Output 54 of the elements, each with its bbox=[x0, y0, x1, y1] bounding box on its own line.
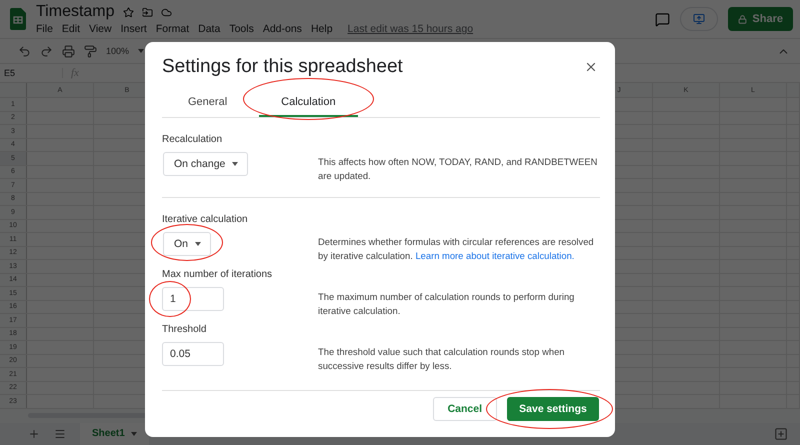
dropdown[interactable]: On change bbox=[163, 152, 248, 176]
add-sheet-icon[interactable] bbox=[28, 428, 40, 440]
menu-item[interactable]: Tools bbox=[229, 23, 254, 35]
setting-label: Iterative calculation bbox=[162, 214, 249, 225]
comment-icon[interactable] bbox=[655, 12, 670, 26]
caret-icon bbox=[232, 162, 238, 166]
close-icon[interactable] bbox=[584, 60, 598, 74]
lock-icon bbox=[738, 14, 748, 24]
print-icon[interactable] bbox=[62, 44, 75, 58]
dialog-title: Settings for this spreadsheet bbox=[162, 56, 403, 78]
setting-label: Recalculation bbox=[162, 134, 224, 145]
present-button[interactable] bbox=[680, 7, 718, 31]
setting-description: This affects how often NOW, TODAY, RAND, and RANDBETWEEN are updated. bbox=[318, 155, 598, 182]
caret-icon bbox=[195, 242, 202, 246]
star-icon[interactable] bbox=[122, 6, 134, 18]
explore-icon[interactable] bbox=[774, 426, 788, 441]
tab[interactable]: General bbox=[166, 90, 250, 117]
tab[interactable]: Calculation bbox=[259, 90, 358, 117]
caret-icon bbox=[130, 432, 137, 436]
menu-item[interactable]: Insert bbox=[120, 23, 147, 35]
name-box[interactable]: E5 bbox=[0, 68, 63, 78]
sheet-list-icon[interactable] bbox=[54, 428, 66, 440]
share-button[interactable]: Share bbox=[728, 7, 793, 31]
menu-item[interactable]: Format bbox=[156, 23, 190, 35]
caret-icon bbox=[138, 49, 144, 53]
dropdown[interactable]: On bbox=[163, 232, 212, 256]
input-field[interactable]: 1 bbox=[162, 287, 224, 311]
menu-item[interactable]: File bbox=[36, 23, 53, 35]
last-edit-link[interactable]: Last edit was 15 hours ago bbox=[348, 23, 474, 35]
scrollbar-thumb[interactable] bbox=[28, 413, 148, 418]
menu-item[interactable]: View bbox=[89, 23, 112, 35]
setting-description: Determines whether formulas with circular references are resolved by iterative calculation. Learn more about iterative calculation. bbox=[318, 235, 595, 262]
menu-item[interactable]: Edit bbox=[62, 23, 80, 35]
setting-description: The maximum number of calculation rounds to perform during iterative calculation. bbox=[318, 290, 576, 317]
cloud-icon[interactable] bbox=[160, 6, 172, 18]
setting-description: The threshold value such that calculation rounds stop when successive results differ by less. bbox=[318, 345, 566, 372]
sheet-tab[interactable]: Sheet1 bbox=[80, 422, 149, 445]
save-button[interactable]: Save settings bbox=[507, 397, 599, 421]
learn-more-link[interactable]: Learn more about iterative calculation. bbox=[415, 250, 574, 260]
setting-label: Threshold bbox=[162, 324, 208, 335]
redo-icon[interactable] bbox=[40, 44, 53, 58]
document-title[interactable]: Timestamp bbox=[36, 3, 115, 21]
menu-item[interactable]: Help bbox=[310, 23, 333, 35]
undo-icon[interactable] bbox=[18, 44, 31, 58]
present-icon bbox=[693, 13, 706, 25]
menu-item[interactable]: Add-ons bbox=[262, 23, 302, 35]
menu-item[interactable]: Data bbox=[198, 23, 220, 35]
folder-icon[interactable] bbox=[142, 6, 153, 18]
zoom-select[interactable]: 100% bbox=[106, 46, 130, 56]
cancel-button[interactable]: Cancel bbox=[432, 397, 497, 421]
spreadsheet-logo-icon[interactable] bbox=[10, 8, 26, 30]
setting-label: Max number of iterations bbox=[162, 269, 274, 280]
input-field[interactable]: 0.05 bbox=[162, 342, 224, 366]
paint-roller-icon[interactable] bbox=[84, 44, 97, 58]
